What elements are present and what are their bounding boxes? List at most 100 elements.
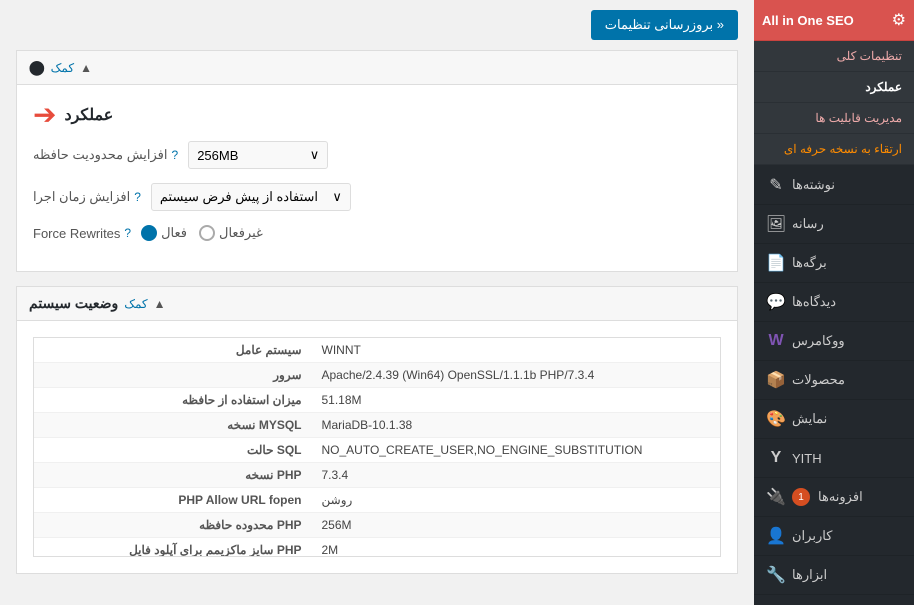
table-cell-key: SQL حالت — [34, 438, 312, 463]
sidebar-item-media-label: رسانه — [792, 216, 824, 232]
table-row: MariaDB-10.1.38MYSQL نسخه — [34, 413, 720, 438]
table-cell-value: روشن — [312, 488, 721, 513]
sidebar-item-tools-label: ابزارها — [792, 567, 827, 583]
table-row: 7.3.4PHP نسخه — [34, 463, 720, 488]
table-cell-key: PHP سایز ماکزیمم برای آپلود فایل — [34, 538, 312, 558]
yith-icon: Y — [766, 448, 786, 468]
gear-icon: ⚙ — [892, 10, 906, 30]
toggle-active: فعال — [141, 225, 187, 241]
force-rewrites-toggle: غیرفعال فعال — [141, 225, 263, 241]
performance-panel-header: ▲ کمک ⬤ — [17, 51, 737, 85]
sidebar-item-posts[interactable]: نوشته‌ها ✎ — [754, 166, 914, 205]
system-panel-header: ▲ کمک وضعیت سیستم — [17, 287, 737, 321]
sidebar-item-media[interactable]: رسانه 🖼 — [754, 205, 914, 244]
radio-active[interactable] — [141, 225, 157, 241]
table-row: NO_AUTO_CREATE_USER,NO_ENGINE_SUBSTITUTI… — [34, 438, 720, 463]
woo-icon: W — [766, 331, 786, 351]
table-cell-value: 256M — [312, 513, 721, 538]
table-cell-key: PHP Allow URL fopen — [34, 488, 312, 513]
help-link[interactable]: کمک — [51, 61, 74, 75]
radio-inactive[interactable] — [199, 225, 215, 241]
performance-title: ⬤ — [29, 59, 45, 76]
system-panel-content: WINNTسیستم عاملApache/2.4.39 (Win64) Ope… — [17, 321, 737, 573]
sidebar-item-plugins[interactable]: افزونه‌ها 1 🔌 — [754, 478, 914, 517]
performance-panel-content: عملکرد ➔ ∨ 256MB ? افزایش محدودیت حافظه … — [17, 85, 737, 271]
table-cell-key: PHP نسخه — [34, 463, 312, 488]
sidebar-item-pages-label: برگه‌ها — [792, 255, 827, 271]
sidebar-item-views[interactable]: دیدگاه‌ها 💬 — [754, 283, 914, 322]
sidebar-item-appearance[interactable]: نمایش 🎨 — [754, 400, 914, 439]
sidebar-item-plugins-label: افزونه‌ها — [818, 489, 863, 505]
sidebar-aio-header[interactable]: ⚙ All in One SEO — [754, 0, 914, 41]
rewrites-help-icon[interactable]: ? — [124, 226, 131, 240]
sidebar-item-views-label: دیدگاه‌ها — [792, 294, 836, 310]
sidebar-submenu-general[interactable]: تنظیمات کلی — [754, 41, 914, 72]
collapse-arrow[interactable]: ▲ — [80, 61, 92, 75]
sidebar-aio-title: All in One SEO — [762, 13, 854, 28]
memory-help-icon[interactable]: ? — [172, 148, 179, 162]
system-table-wrap[interactable]: WINNTسیستم عاملApache/2.4.39 (Win64) Ope… — [33, 337, 721, 557]
table-cell-value: MariaDB-10.1.38 — [312, 413, 721, 438]
sidebar-submenu-performance[interactable]: عملکرد — [754, 72, 914, 103]
plugins-badge: 1 — [792, 488, 810, 506]
force-rewrites-row: غیرفعال فعال ? Force Rewrites — [33, 225, 721, 241]
section-title: عملکرد — [64, 105, 113, 125]
system-help-link[interactable]: کمک — [124, 297, 147, 311]
memory-limit-chevron: ∨ — [310, 147, 320, 163]
main-content: « بروزرسانی تنظیمات ▲ کمک ⬤ عملکرد ➔ ∨ 2… — [0, 0, 754, 605]
table-row: 2MPHP سایز ماکزیمم برای آپلود فایل — [34, 538, 720, 558]
table-cell-key: سرور — [34, 363, 312, 388]
sidebar-item-settings[interactable]: تنظیمات ⚙ — [754, 595, 914, 605]
table-cell-key: سیستم عامل — [34, 338, 312, 363]
posts-icon: ✎ — [766, 175, 786, 195]
table-cell-value: 51.18M — [312, 388, 721, 413]
plugins-icon: 🔌 — [766, 487, 786, 507]
table-cell-key: PHP محدوده حافظه — [34, 513, 312, 538]
system-table: WINNTسیستم عاملApache/2.4.39 (Win64) Ope… — [34, 338, 720, 557]
sidebar-submenu-compatibility[interactable]: مدیریت قابلیت ها — [754, 103, 914, 134]
sidebar-item-woocommerce-label: ووکامرس — [792, 333, 845, 349]
sidebar-item-posts-label: نوشته‌ها — [792, 177, 835, 193]
sidebar-item-products-label: محصولات — [792, 372, 845, 388]
arrow-red-icon: ➔ — [33, 101, 56, 129]
sidebar-item-users[interactable]: کاربران 👤 — [754, 517, 914, 556]
table-cell-key: میزان استفاده از حافظه — [34, 388, 312, 413]
toggle-inactive: غیرفعال — [199, 225, 263, 241]
table-row: روشنPHP Allow URL fopen — [34, 488, 720, 513]
sidebar-item-products[interactable]: محصولات 📦 — [754, 361, 914, 400]
sidebar-item-pages[interactable]: برگه‌ها 📄 — [754, 244, 914, 283]
table-row: WINNTسیستم عامل — [34, 338, 720, 363]
sidebar-submenu-upgrade[interactable]: ارتقاء به نسخه حرفه ای — [754, 134, 914, 165]
execution-help-icon[interactable]: ? — [134, 190, 141, 204]
sidebar-item-appearance-label: نمایش — [792, 411, 827, 427]
appearance-icon: 🎨 — [766, 409, 786, 429]
media-icon: 🖼 — [766, 214, 786, 234]
sidebar-item-users-label: کاربران — [792, 528, 832, 544]
execution-time-value: استفاده از پیش فرض سیستم — [160, 189, 318, 205]
force-rewrites-label: ? Force Rewrites — [33, 226, 131, 241]
sidebar-item-woocommerce[interactable]: ووکامرس W — [754, 322, 914, 361]
system-status-panel: ▲ کمک وضعیت سیستم WINNTسیستم عاملApache/… — [16, 286, 738, 574]
performance-panel: ▲ کمک ⬤ عملکرد ➔ ∨ 256MB ? افزایش محدودی… — [16, 50, 738, 272]
sidebar-item-yith-label: YITH — [792, 451, 822, 466]
system-title: وضعیت سیستم — [29, 295, 118, 312]
views-icon: 💬 — [766, 292, 786, 312]
table-cell-value: Apache/2.4.39 (Win64) OpenSSL/1.1.1b PHP… — [312, 363, 721, 388]
execution-time-row: ∨ استفاده از پیش فرض سیستم ? افزایش زمان… — [33, 183, 721, 211]
products-icon: 📦 — [766, 370, 786, 390]
pages-icon: 📄 — [766, 253, 786, 273]
table-cell-value: 7.3.4 — [312, 463, 721, 488]
sidebar-item-yith[interactable]: YITH Y — [754, 439, 914, 478]
top-bar: « بروزرسانی تنظیمات — [16, 10, 738, 40]
sidebar: ⚙ All in One SEO تنظیمات کلی عملکرد مدیر… — [754, 0, 914, 605]
system-collapse-arrow[interactable]: ▲ — [154, 297, 166, 311]
execution-time-select[interactable]: ∨ استفاده از پیش فرض سیستم — [151, 183, 351, 211]
table-cell-value: NO_AUTO_CREATE_USER,NO_ENGINE_SUBSTITUTI… — [312, 438, 721, 463]
table-row: 51.18Mمیزان استفاده از حافظه — [34, 388, 720, 413]
update-settings-button[interactable]: « بروزرسانی تنظیمات — [591, 10, 738, 40]
sidebar-item-tools[interactable]: ابزارها 🔧 — [754, 556, 914, 595]
table-cell-value: WINNT — [312, 338, 721, 363]
memory-limit-select[interactable]: ∨ 256MB — [188, 141, 328, 169]
tools-icon: 🔧 — [766, 565, 786, 585]
table-cell-key: MYSQL نسخه — [34, 413, 312, 438]
